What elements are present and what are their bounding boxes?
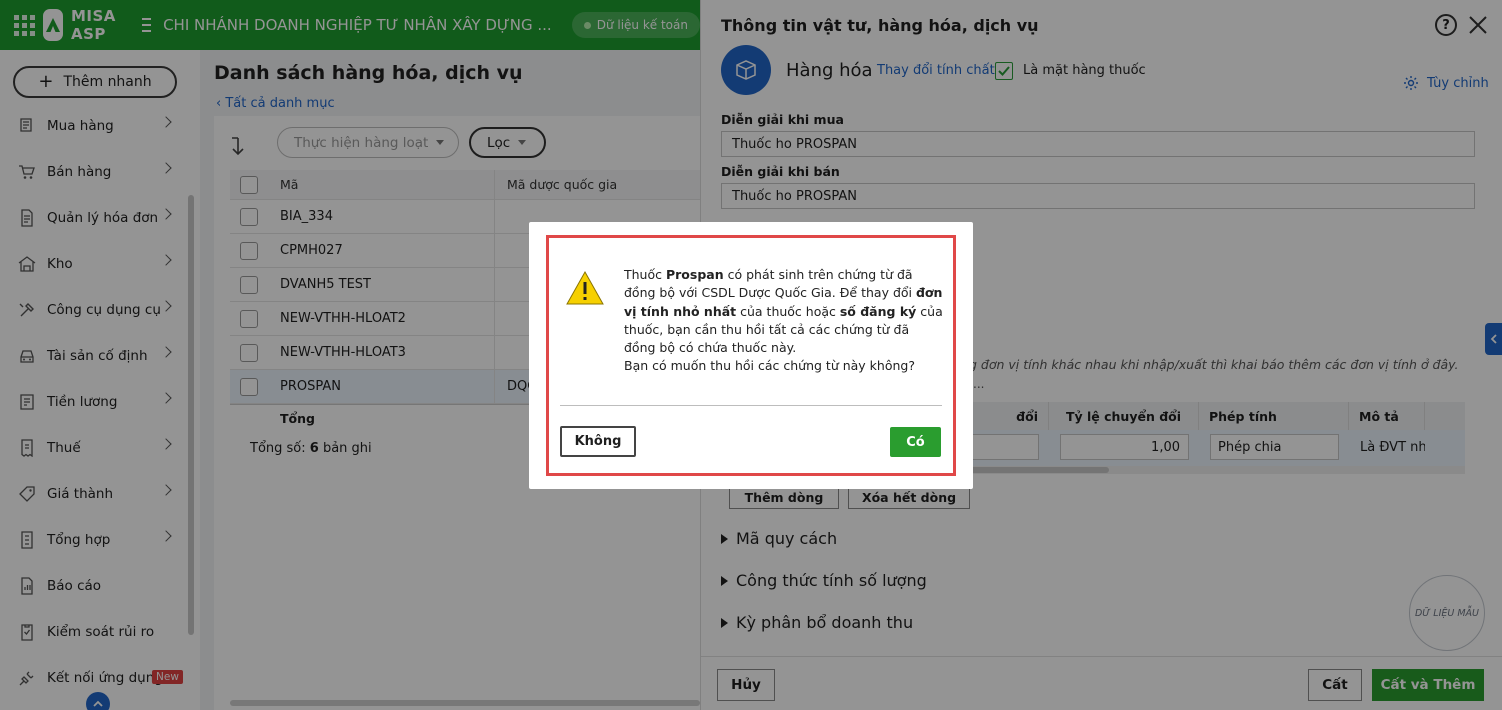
message-bold-registration: số đăng ký xyxy=(839,303,917,319)
confirm-dialog: Thuốc Prospan có phát sinh trên chứng từ… xyxy=(529,222,973,489)
dialog-message: Thuốc Prospan có phát sinh trên chứng từ… xyxy=(624,266,944,376)
yes-button[interactable]: Có xyxy=(890,427,941,457)
dialog-question: Bạn có muốn thu hồi các chứng từ này khô… xyxy=(624,358,915,374)
message-text: của thuốc hoặc xyxy=(736,303,840,319)
no-button[interactable]: Không xyxy=(560,426,636,457)
dialog-divider xyxy=(560,405,942,406)
message-text: Thuốc xyxy=(624,267,666,282)
warning-icon xyxy=(565,270,605,306)
message-bold-drug: Prospan xyxy=(665,267,724,282)
